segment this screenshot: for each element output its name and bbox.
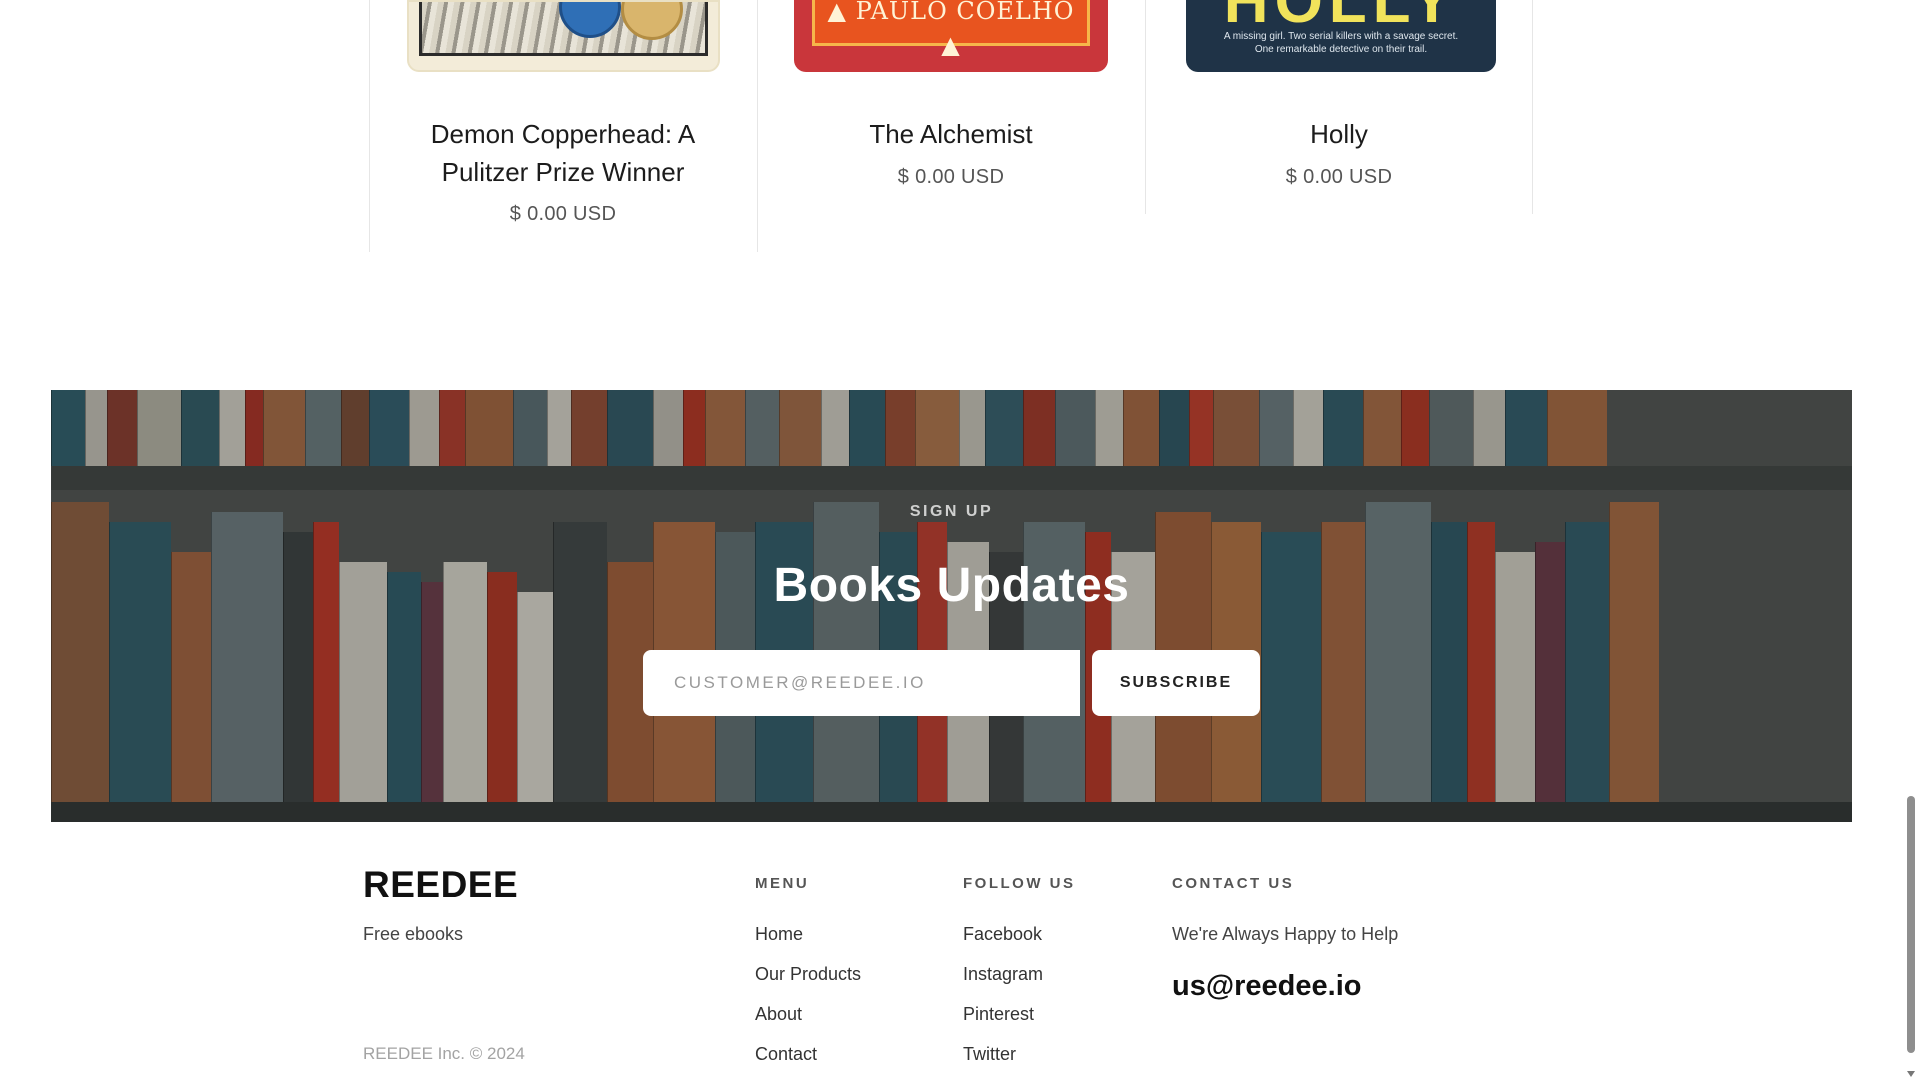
subscribe-button[interactable]: SUBSCRIBE <box>1092 650 1260 716</box>
footer-link-home[interactable]: Home <box>755 924 803 945</box>
footer-link-facebook[interactable]: Facebook <box>963 924 1042 945</box>
product-price: $ 0.00 USD <box>897 166 1005 188</box>
footer-link-pinterest[interactable]: Pinterest <box>963 1004 1034 1025</box>
scrollbar-thumb[interactable] <box>1907 796 1915 1053</box>
footer-logo[interactable]: REEDEE <box>363 864 518 906</box>
book-cover-image[interactable]: HOLLY A missing girl. Two serial killers… <box>1186 0 1496 72</box>
footer-link-about[interactable]: About <box>755 1004 802 1025</box>
product-title-line: Pulitzer Prize Winner <box>441 157 685 187</box>
signup-eyebrow: SIGN UP <box>909 503 994 520</box>
contact-tagline: We're Always Happy to Help <box>1172 924 1399 944</box>
footer-link-instagram[interactable]: Instagram <box>963 964 1043 985</box>
product-price: $ 0.00 USD <box>1285 166 1393 188</box>
scroll-down-arrow-icon[interactable] <box>1907 1071 1915 1077</box>
product-card-the-alchemist[interactable]: ▲ PAULO COELHO ▲ The Alchemist $ 0.00 US… <box>757 0 1145 252</box>
footer-tagline: Free ebooks <box>363 924 464 944</box>
product-title-line: Demon Copperhead: A <box>430 119 696 149</box>
newsletter-title: Books Updates <box>773 559 1130 612</box>
cover-tagline: One remarkable detective on their trail. <box>1254 44 1428 55</box>
product-card-holly[interactable]: HOLLY A missing girl. Two serial killers… <box>1145 0 1533 252</box>
book-cover-image[interactable]: ▲ PAULO COELHO ▲ <box>794 0 1108 72</box>
follow-us-heading: FOLLOW US <box>963 875 1076 892</box>
product-price: $ 0.00 USD <box>509 203 617 225</box>
product-title[interactable]: The Alchemist <box>757 115 1145 153</box>
cover-tagline: A missing girl. Two serial killers with … <box>1223 31 1459 42</box>
product-title[interactable]: Holly <box>1145 115 1533 153</box>
warning-triangle-icon: ▲ <box>827 0 847 25</box>
contact-email-link[interactable]: us@reedee.io <box>1172 970 1361 1003</box>
warning-triangle-icon: ▲ <box>941 31 961 59</box>
product-title[interactable]: Demon Copperhead: A Pulitzer Prize Winne… <box>369 115 757 191</box>
copyright-text: REEDEE Inc. © 2024 <box>363 1044 525 1063</box>
book-cover-image[interactable] <box>407 0 720 72</box>
menu-heading: MENU <box>755 875 810 892</box>
newsletter-banner: SIGN UP Books Updates SUBSCRIBE <box>51 390 1852 822</box>
product-grid: Demon Copperhead: A Pulitzer Prize Winne… <box>369 0 1533 252</box>
cover-author-text: PAULO COELHO <box>855 0 1075 25</box>
contact-us-heading: CONTACT US <box>1172 875 1295 892</box>
footer-link-contact[interactable]: Contact <box>755 1044 817 1065</box>
product-card-demon-copperhead[interactable]: Demon Copperhead: A Pulitzer Prize Winne… <box>369 0 757 252</box>
email-input[interactable] <box>643 650 1080 716</box>
footer-link-twitter[interactable]: Twitter <box>963 1044 1016 1065</box>
page-scrollbar[interactable] <box>1903 0 1919 1079</box>
footer-link-our-products[interactable]: Our Products <box>755 964 861 985</box>
